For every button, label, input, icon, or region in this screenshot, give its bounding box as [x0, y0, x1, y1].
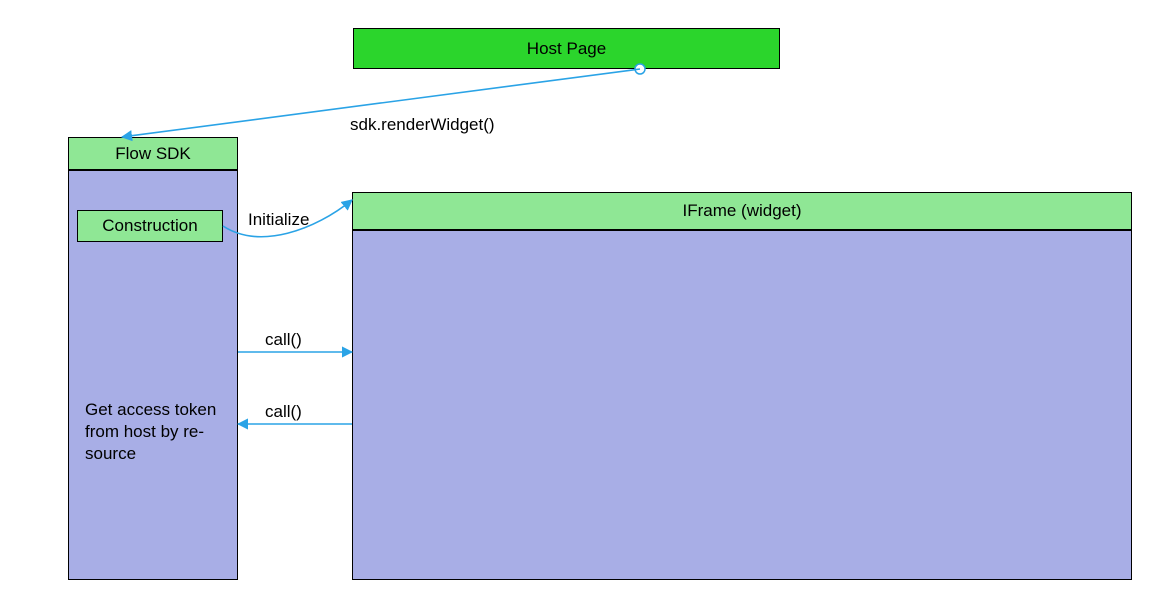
- render-widget-label: sdk.renderWidget(): [350, 115, 495, 135]
- flow-sdk-header: Flow SDK: [68, 137, 238, 170]
- flow-sdk-label: Flow SDK: [115, 144, 191, 164]
- call-forward-label: call(): [265, 330, 302, 350]
- construction-label: Construction: [102, 216, 197, 236]
- initialize-label: Initialize: [248, 210, 309, 230]
- host-page-box: Host Page: [353, 28, 780, 69]
- iframe-header: IFrame (widget): [352, 192, 1132, 230]
- iframe-body: [352, 230, 1132, 580]
- host-page-label: Host Page: [527, 39, 606, 59]
- iframe-label: IFrame (widget): [682, 201, 801, 221]
- get-token-text: Get access token from host by re­source: [85, 399, 235, 465]
- diagram-canvas: Host Page Flow SDK Construction IFrame (…: [0, 0, 1151, 596]
- call-back-label: call(): [265, 402, 302, 422]
- construction-box: Construction: [77, 210, 223, 242]
